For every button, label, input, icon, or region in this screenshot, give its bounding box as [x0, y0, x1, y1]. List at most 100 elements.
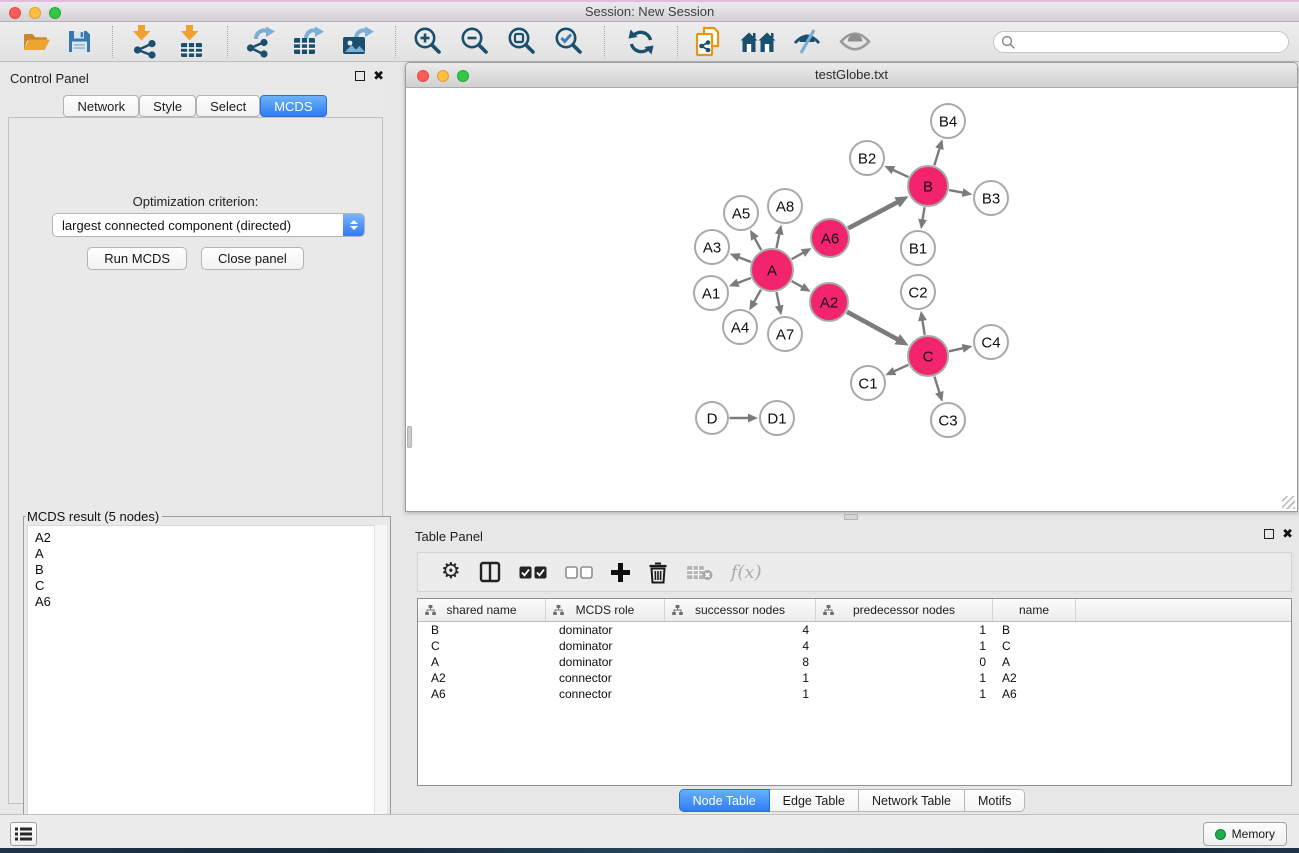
- select-all-button[interactable]: [519, 566, 547, 579]
- close-panel-icon[interactable]: ✖: [1282, 528, 1293, 539]
- column-header-predecessor-nodes[interactable]: predecessor nodes: [816, 599, 993, 621]
- tab-style[interactable]: Style: [139, 95, 196, 117]
- tab-network[interactable]: Network: [63, 95, 139, 117]
- mcds-result-item[interactable]: B: [35, 562, 386, 578]
- export-network-button[interactable]: [242, 24, 278, 60]
- zoom-in-button[interactable]: [410, 24, 445, 59]
- graph-edge-B-B1[interactable]: [922, 207, 924, 221]
- column-header-shared-name[interactable]: shared name: [418, 599, 546, 621]
- tab-mcds[interactable]: MCDS: [260, 95, 326, 117]
- column-header-successor-nodes[interactable]: successor nodes: [665, 599, 816, 621]
- copy-network-style-button[interactable]: [692, 24, 726, 60]
- tab-edge-table[interactable]: Edge Table: [770, 789, 859, 812]
- export-image-button[interactable]: [339, 24, 377, 60]
- graph-edge-A-A1[interactable]: [736, 278, 751, 284]
- zoom-out-button[interactable]: [457, 24, 492, 59]
- table-row[interactable]: Bdominator41B: [418, 622, 1291, 638]
- delete-column-button[interactable]: [648, 561, 668, 584]
- graph-node-C2[interactable]: C2: [901, 275, 935, 309]
- table-row[interactable]: Adominator80A: [418, 654, 1291, 670]
- graph-node-B4[interactable]: B4: [931, 104, 965, 138]
- graph-edge-B-B2[interactable]: [892, 169, 909, 177]
- table-settings-button[interactable]: ⚙: [441, 561, 461, 583]
- graph-edge-A-A8[interactable]: [776, 232, 779, 247]
- graph-node-A7[interactable]: A7: [768, 317, 802, 351]
- graph-node-C3[interactable]: C3: [931, 403, 965, 437]
- import-network-button[interactable]: [127, 23, 162, 61]
- export-table-button[interactable]: [290, 24, 327, 60]
- graph-node-C1[interactable]: C1: [851, 366, 885, 400]
- task-history-button[interactable]: [10, 822, 37, 846]
- graph-node-B[interactable]: B: [908, 166, 948, 206]
- memory-button[interactable]: Memory: [1203, 822, 1287, 846]
- graph-edge-B-B3[interactable]: [949, 190, 964, 193]
- graph-node-C4[interactable]: C4: [974, 325, 1008, 359]
- graph-edge-C-C1[interactable]: [893, 365, 909, 372]
- graph-node-A3[interactable]: A3: [695, 230, 729, 264]
- graph-edge-B-B4[interactable]: [934, 147, 940, 166]
- deselect-all-button[interactable]: [565, 566, 593, 579]
- graph-edge-A-A2[interactable]: [792, 281, 804, 288]
- close-panel-icon[interactable]: ✖: [373, 70, 384, 81]
- graph-edge-A6-B[interactable]: [848, 201, 899, 228]
- graph-node-A2[interactable]: A2: [810, 283, 848, 321]
- save-session-button[interactable]: [65, 27, 94, 56]
- graph-edge-A-A6[interactable]: [792, 252, 805, 259]
- graph-edge-A-A3[interactable]: [737, 257, 751, 262]
- tab-network-table[interactable]: Network Table: [859, 789, 965, 812]
- show-columns-button[interactable]: [479, 561, 501, 583]
- graph-edge-C-C3[interactable]: [934, 377, 940, 395]
- add-column-button[interactable]: [611, 563, 630, 582]
- mcds-result-item[interactable]: A: [35, 546, 386, 562]
- graph-edge-C-C4[interactable]: [949, 348, 965, 351]
- graph-node-D[interactable]: D: [696, 402, 728, 434]
- graph-node-A[interactable]: A: [751, 249, 793, 291]
- graph-node-A1[interactable]: A1: [694, 276, 728, 310]
- column-header-name[interactable]: name: [993, 599, 1076, 621]
- graph-node-A4[interactable]: A4: [723, 310, 757, 344]
- graph-edge-A-A4[interactable]: [753, 290, 761, 304]
- table-row[interactable]: Cdominator41C: [418, 638, 1291, 654]
- graph-node-A8[interactable]: A8: [768, 189, 802, 223]
- graph-node-D1[interactable]: D1: [760, 401, 794, 435]
- tab-node-table[interactable]: Node Table: [679, 789, 770, 812]
- criterion-dropdown[interactable]: largest connected component (directed): [52, 213, 365, 237]
- table-row[interactable]: A2connector11A2: [418, 670, 1291, 686]
- table-row[interactable]: A6connector11A6: [418, 686, 1291, 702]
- graph-node-A6[interactable]: A6: [811, 219, 849, 257]
- toggle-graphics-details-button[interactable]: [790, 26, 825, 57]
- column-header-mcds-role[interactable]: MCDS role: [546, 599, 665, 621]
- tab-select[interactable]: Select: [196, 95, 260, 117]
- graph-edge-A2-C[interactable]: [847, 312, 899, 340]
- close-panel-button[interactable]: Close panel: [201, 247, 304, 270]
- open-file-button[interactable]: [20, 28, 53, 56]
- import-table-button[interactable]: [174, 23, 209, 61]
- show-hide-button[interactable]: [837, 29, 873, 54]
- zoom-fit-button[interactable]: [504, 24, 539, 59]
- run-mcds-button[interactable]: Run MCDS: [87, 247, 187, 270]
- vertical-scrollbar-thumb[interactable]: [407, 426, 412, 448]
- search-input[interactable]: [1016, 33, 1288, 51]
- graph-node-A5[interactable]: A5: [724, 196, 758, 230]
- graph-node-B1[interactable]: B1: [901, 231, 935, 265]
- home-button[interactable]: [738, 28, 778, 56]
- float-panel-icon[interactable]: [355, 71, 365, 81]
- graph-node-B2[interactable]: B2: [850, 141, 884, 175]
- mcds-result-item[interactable]: A2: [35, 530, 386, 546]
- function-builder-button[interactable]: f(x): [731, 562, 762, 583]
- resize-grip[interactable]: [1282, 496, 1295, 509]
- graph-node-B3[interactable]: B3: [974, 181, 1008, 215]
- float-panel-icon[interactable]: [1264, 529, 1274, 539]
- network-graph[interactable]: B4 B2 B B3 A5 A8 A6 A3 B1 A A1 C2 A2 A4 A7 C4 C C1 C3 D D1: [407, 89, 1298, 512]
- tab-motifs[interactable]: Motifs: [965, 789, 1025, 812]
- delete-table-button[interactable]: [686, 564, 713, 581]
- mcds-result-item[interactable]: C: [35, 578, 386, 594]
- mcds-result-item[interactable]: A6: [35, 594, 386, 610]
- graph-edge-A-A7[interactable]: [776, 292, 779, 307]
- zoom-selected-button[interactable]: [551, 24, 586, 59]
- refresh-button[interactable]: [625, 26, 657, 58]
- result-scrollbar[interactable]: [374, 525, 387, 852]
- graph-edge-C-C2[interactable]: [922, 319, 925, 335]
- graph-node-C[interactable]: C: [908, 336, 948, 376]
- graph-edge-A-A5[interactable]: [754, 237, 761, 251]
